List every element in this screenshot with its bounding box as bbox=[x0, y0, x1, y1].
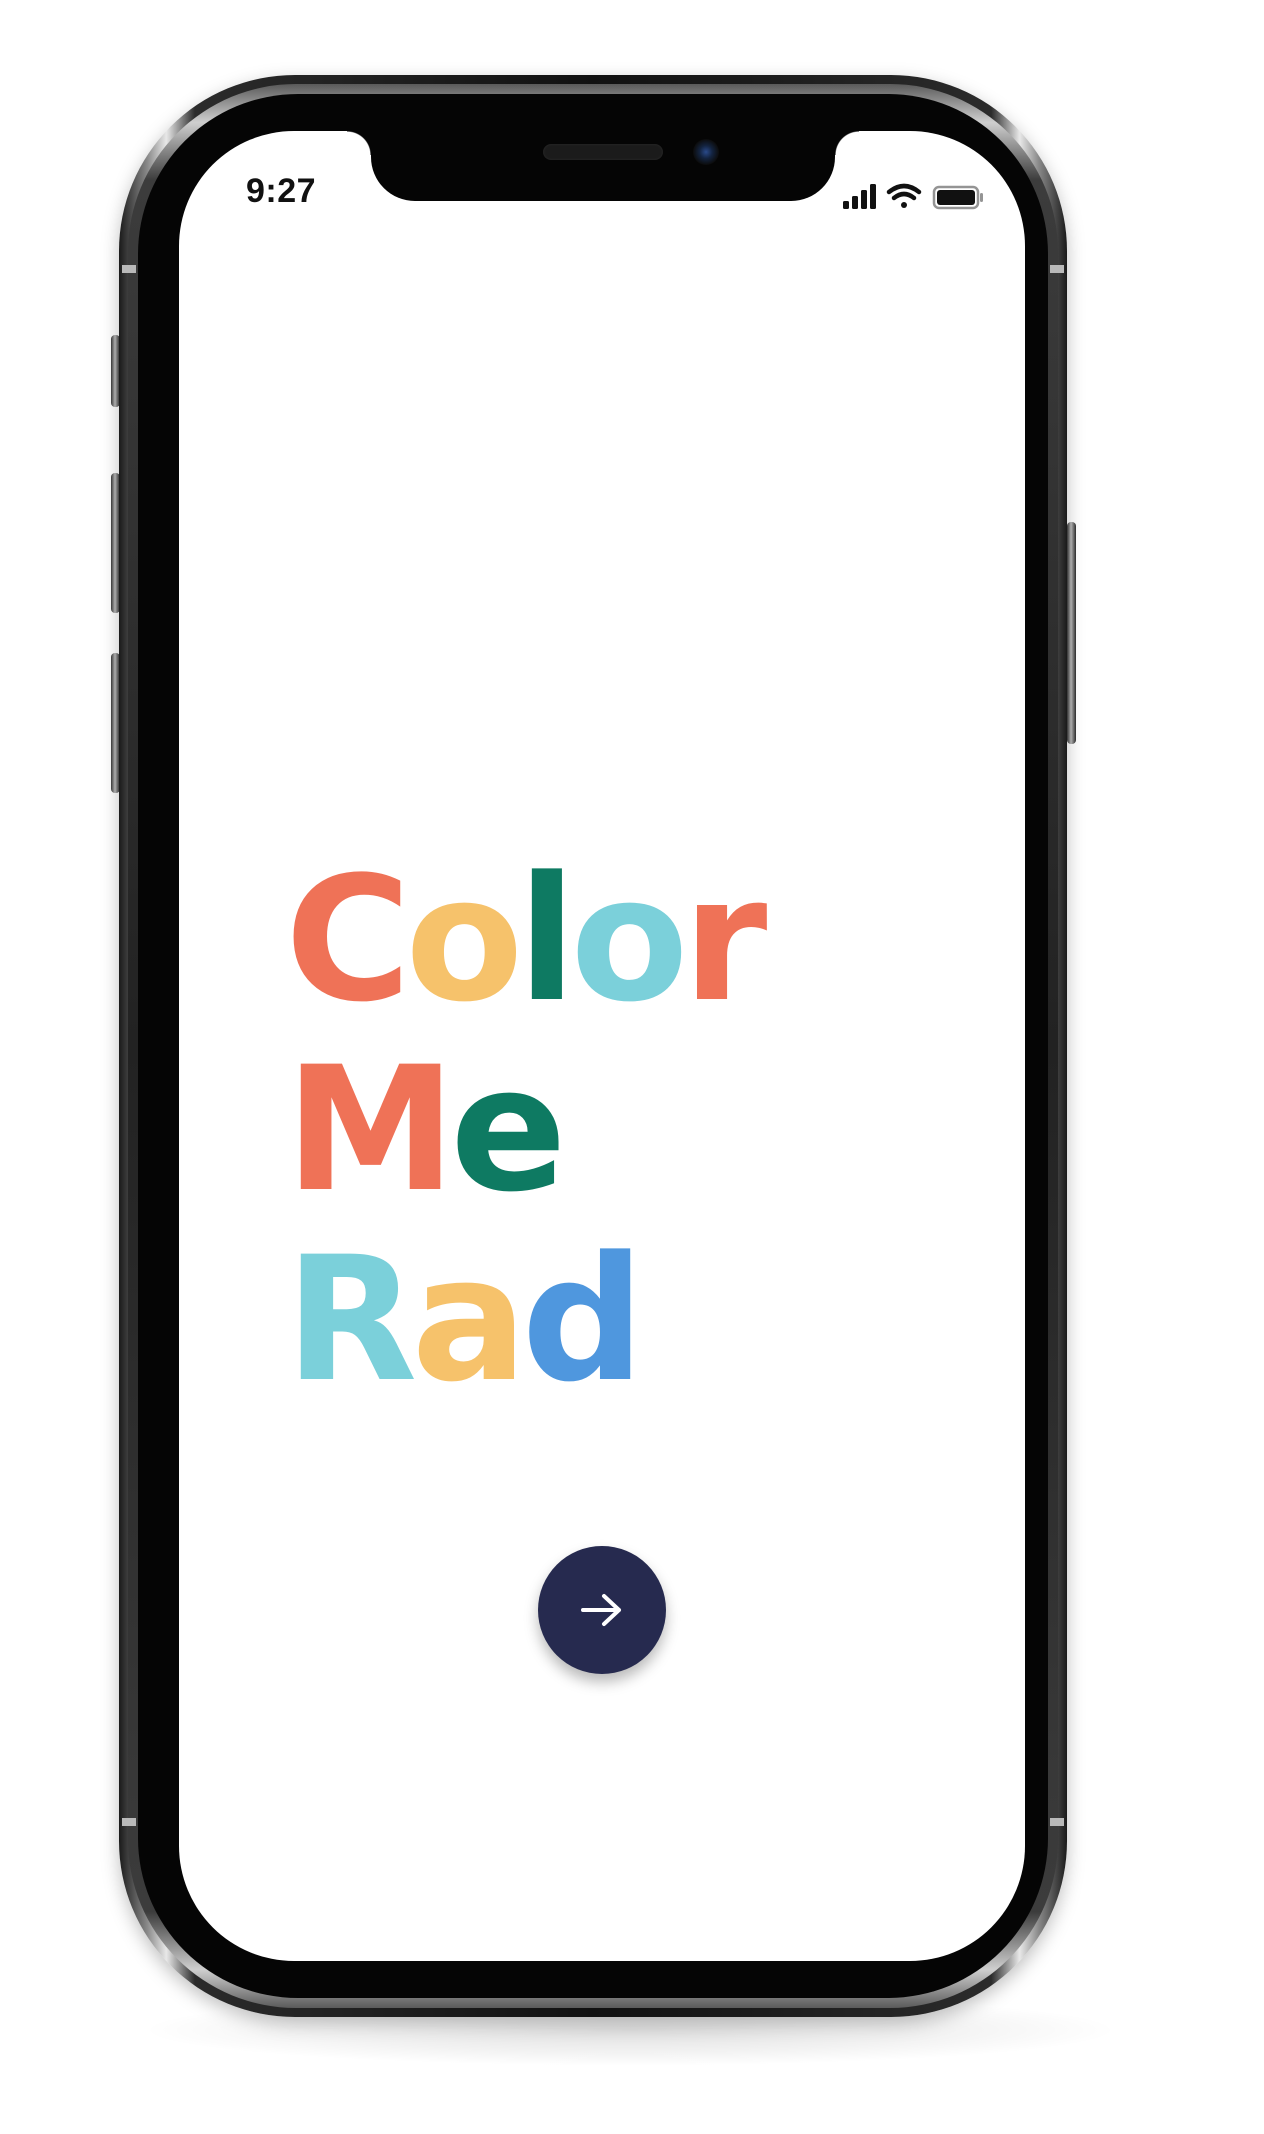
device-mockup: 9:27 Color Me Rad bbox=[0, 0, 1264, 2134]
cellular-signal-icon bbox=[843, 184, 876, 209]
logo-line-color: Color bbox=[285, 845, 767, 1035]
logo-letter: d bbox=[521, 1219, 645, 1420]
earpiece-speaker bbox=[543, 144, 663, 160]
app-logo: Color Me Rad bbox=[285, 845, 767, 1415]
logo-letter: l bbox=[517, 839, 576, 1040]
wifi-icon bbox=[886, 183, 922, 208]
logo-letter: R bbox=[285, 1219, 417, 1420]
power-button bbox=[1067, 522, 1076, 744]
logo-letter: o bbox=[570, 839, 688, 1040]
antenna-line bbox=[1050, 1818, 1064, 1826]
logo-letter: M bbox=[285, 1029, 456, 1230]
arrow-right-icon bbox=[581, 1594, 621, 1626]
front-camera bbox=[693, 139, 719, 165]
next-button[interactable] bbox=[538, 1546, 666, 1674]
logo-line-me: Me bbox=[285, 1035, 761, 1225]
logo-letter: a bbox=[411, 1219, 527, 1420]
battery-icon bbox=[932, 185, 983, 210]
notch bbox=[347, 131, 859, 201]
logo-letter: r bbox=[682, 839, 768, 1040]
logo-line-rad: Rad bbox=[285, 1225, 761, 1415]
antenna-line bbox=[122, 265, 136, 273]
logo-letter: e bbox=[450, 1029, 567, 1230]
status-time: 9:27 bbox=[246, 172, 317, 210]
logo-letter: C bbox=[285, 839, 411, 1040]
antenna-line bbox=[122, 1818, 136, 1826]
status-icons bbox=[843, 180, 993, 212]
logo-letter: o bbox=[405, 839, 523, 1040]
antenna-line bbox=[1050, 265, 1064, 273]
